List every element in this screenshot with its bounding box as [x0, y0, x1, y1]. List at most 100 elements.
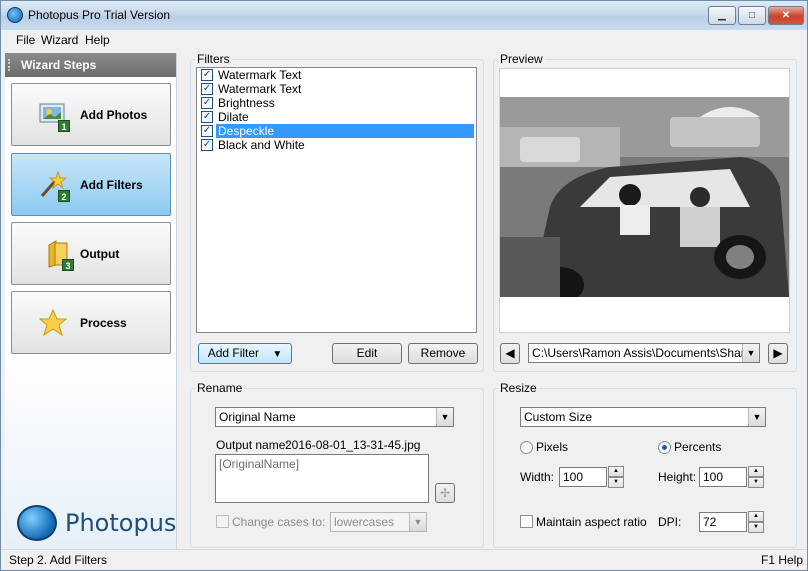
- preview-area: [499, 68, 790, 333]
- dpi-stepper[interactable]: ▲ ▼: [748, 511, 764, 533]
- height-stepper[interactable]: ▲ ▼: [748, 466, 764, 488]
- wizard-sidebar: Wizard Steps 1 Add Photos 2 Add Filters …: [5, 53, 177, 549]
- maintain-aspect-label: Maintain aspect ratio: [536, 515, 647, 529]
- filter-list-item[interactable]: ✓ Watermark Text: [197, 68, 476, 82]
- rename-template-input[interactable]: [OriginalName]: [215, 454, 429, 503]
- case-value: lowercases: [334, 515, 395, 529]
- step-add-filters-button[interactable]: 2 Add Filters: [11, 153, 171, 216]
- photo-icon: 1: [38, 100, 70, 132]
- spin-down-icon[interactable]: ▼: [748, 522, 764, 533]
- title-bar[interactable]: Photopus Pro Trial Version ▁ □ ✕: [1, 1, 807, 30]
- filter-checkbox[interactable]: ✓: [201, 125, 213, 137]
- height-input[interactable]: 100: [699, 467, 747, 487]
- step-number-badge: 3: [62, 259, 74, 271]
- filter-list-item[interactable]: ✓ Despeckle: [197, 124, 476, 138]
- next-image-button[interactable]: ▶: [768, 343, 788, 364]
- remove-filter-button[interactable]: Remove: [408, 343, 478, 364]
- preview-file-select[interactable]: C:\Users\Ramon Assis\Documents\ShareX ▼: [528, 343, 760, 363]
- dropdown-arrow-icon: ▼: [272, 349, 283, 360]
- spin-down-icon[interactable]: ▼: [608, 477, 624, 488]
- prev-image-button[interactable]: ◀: [500, 343, 520, 364]
- chevron-down-icon: ▼: [409, 513, 426, 531]
- dpi-label: DPI:: [658, 515, 682, 529]
- chevron-down-icon: ▼: [742, 344, 759, 362]
- preview-file-path: C:\Users\Ramon Assis\Documents\ShareX: [532, 346, 760, 360]
- sidebar-header-label: Wizard Steps: [21, 58, 97, 72]
- filter-checkbox[interactable]: ✓: [201, 69, 213, 81]
- minimize-button[interactable]: ▁: [708, 6, 736, 25]
- menu-help[interactable]: Help: [85, 33, 110, 47]
- filter-label: Watermark Text: [218, 82, 302, 96]
- app-window: Photopus Pro Trial Version ▁ □ ✕ File Wi…: [0, 0, 808, 571]
- photopus-logo-icon: [17, 505, 57, 541]
- step-label: Process: [80, 316, 127, 330]
- filter-checkbox[interactable]: ✓: [201, 97, 213, 109]
- step-label: Output: [80, 247, 120, 261]
- chevron-down-icon: ▼: [436, 408, 453, 426]
- close-button[interactable]: ✕: [768, 6, 804, 25]
- filters-list[interactable]: ✓ Watermark Text ✓ Watermark Text ✓ Brightnes…: [196, 67, 477, 333]
- preview-title: Preview: [498, 52, 545, 66]
- dpi-input[interactable]: 72: [699, 512, 747, 532]
- step-process-button[interactable]: Process: [11, 291, 171, 354]
- add-filter-label: Add Filter: [207, 346, 260, 360]
- width-input[interactable]: 100: [559, 467, 607, 487]
- percents-label: Percents: [674, 440, 722, 454]
- output-name-value: 2016-08-01_13-31-45.jpg: [285, 438, 421, 452]
- case-select[interactable]: lowercases ▼: [330, 512, 427, 532]
- insert-tag-button[interactable]: ✢: [435, 483, 455, 503]
- filters-title: Filters: [195, 52, 232, 66]
- change-cases-checkbox[interactable]: [216, 515, 229, 528]
- pixels-radio[interactable]: [520, 441, 533, 454]
- filter-list-item[interactable]: ✓ Black and White: [197, 138, 476, 152]
- help-hint: F1 Help: [761, 553, 804, 567]
- spin-down-icon[interactable]: ▼: [748, 477, 764, 488]
- grip-icon: [8, 59, 14, 71]
- preview-photo: [500, 97, 789, 297]
- percents-radio[interactable]: [658, 441, 671, 454]
- status-text: Step 2. Add Filters: [9, 553, 108, 567]
- rename-mode-value: Original Name: [219, 410, 296, 424]
- menu-wizard[interactable]: Wizard: [41, 33, 78, 47]
- resize-title: Resize: [498, 381, 539, 395]
- filter-label: Despeckle: [216, 124, 474, 138]
- resize-mode-value: Custom Size: [524, 410, 593, 424]
- spin-up-icon[interactable]: ▲: [608, 466, 624, 477]
- step-output-button[interactable]: 3 Output: [11, 222, 171, 285]
- add-filter-button[interactable]: Add Filter ▼: [198, 343, 292, 364]
- rename-title: Rename: [195, 381, 245, 395]
- filter-label: Brightness: [218, 96, 275, 110]
- spin-up-icon[interactable]: ▲: [748, 466, 764, 477]
- filter-list-item[interactable]: ✓ Brightness: [197, 96, 476, 110]
- spin-up-icon[interactable]: ▲: [748, 511, 764, 522]
- menu-file[interactable]: File: [16, 33, 35, 47]
- edit-filter-button[interactable]: Edit: [332, 343, 402, 364]
- output-name-label: Output name:: [216, 438, 289, 452]
- sidebar-header: Wizard Steps: [5, 53, 176, 77]
- filter-list-item[interactable]: ✓ Watermark Text: [197, 82, 476, 96]
- change-cases-label: Change cases to:: [232, 515, 326, 529]
- menu-bar: File Wizard Help: [1, 30, 807, 50]
- width-label: Width:: [520, 470, 555, 484]
- step-number-badge: 2: [58, 190, 70, 202]
- filter-label: Black and White: [218, 138, 305, 152]
- brand-logo: Photopus: [17, 501, 177, 543]
- filter-checkbox[interactable]: ✓: [201, 139, 213, 151]
- filter-checkbox[interactable]: ✓: [201, 83, 213, 95]
- filter-checkbox[interactable]: ✓: [201, 111, 213, 123]
- status-bar: Step 2. Add Filters F1 Help: [1, 549, 807, 570]
- step-number-badge: 1: [58, 120, 70, 132]
- app-icon: [7, 7, 23, 23]
- maintain-aspect-checkbox[interactable]: [520, 515, 533, 528]
- step-label: Add Filters: [80, 178, 143, 192]
- filter-label: Watermark Text: [218, 68, 302, 82]
- filter-list-item[interactable]: ✓ Dilate: [197, 110, 476, 124]
- width-stepper[interactable]: ▲ ▼: [608, 466, 624, 488]
- resize-mode-select[interactable]: Custom Size ▼: [520, 407, 766, 427]
- folder-icon: 3: [46, 239, 76, 271]
- window-title: Photopus Pro Trial Version: [28, 8, 171, 22]
- maximize-button[interactable]: □: [738, 6, 766, 25]
- step-add-photos-button[interactable]: 1 Add Photos: [11, 83, 171, 146]
- rename-mode-select[interactable]: Original Name ▼: [215, 407, 454, 427]
- height-label: Height:: [658, 470, 697, 484]
